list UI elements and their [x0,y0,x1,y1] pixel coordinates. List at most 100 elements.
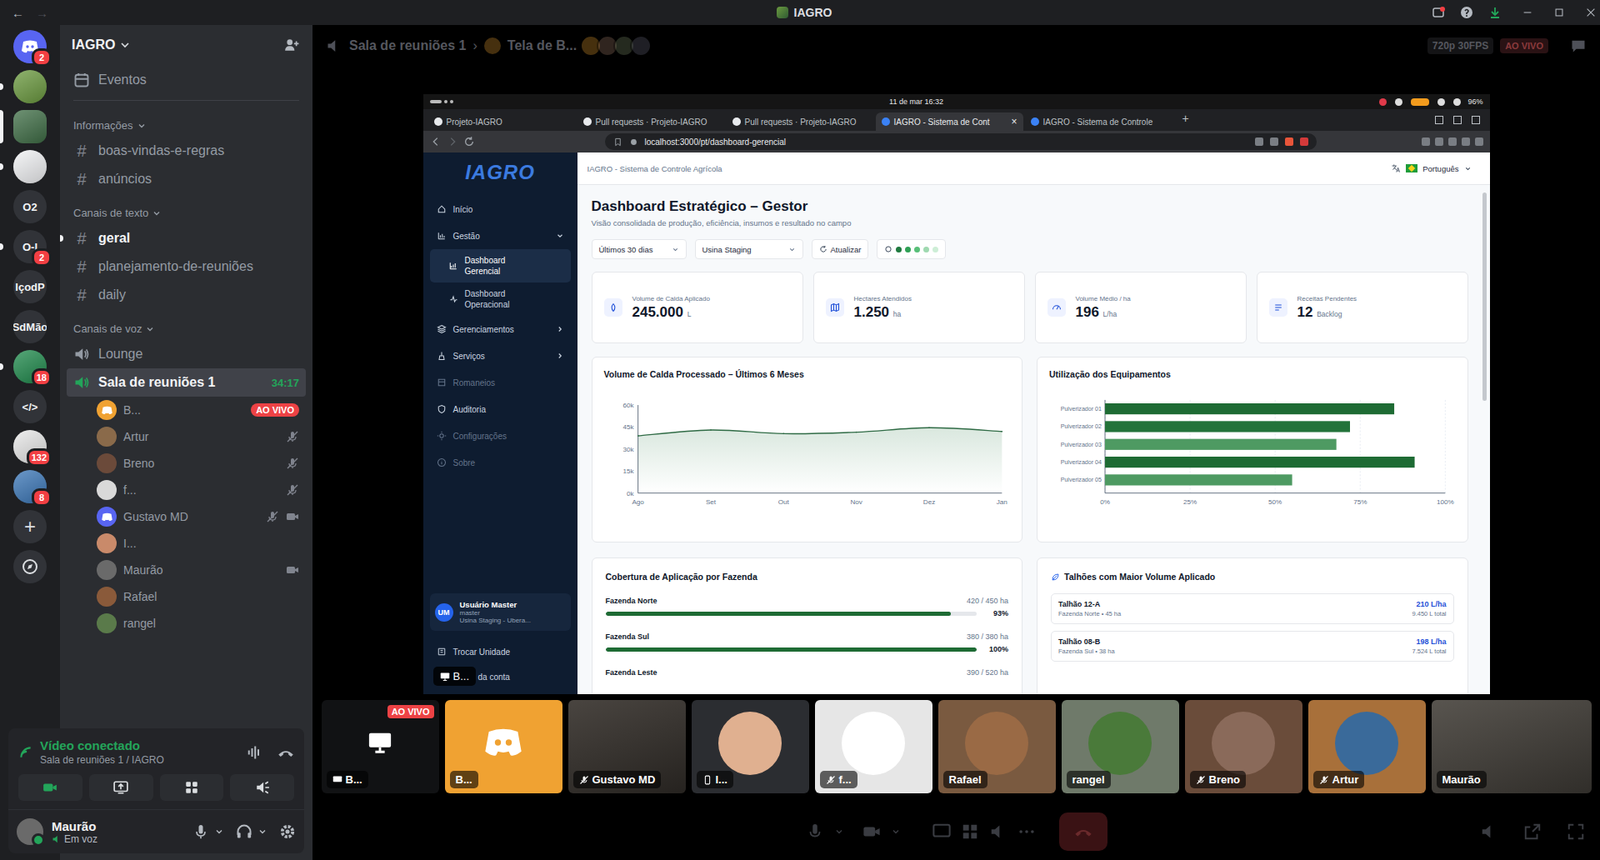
data-point[interactable] [928,427,930,430]
filter-select[interactable]: Últimos 30 dias [591,239,687,260]
new-tab-button[interactable]: + [1174,111,1198,129]
chevron-down-icon[interactable] [890,826,901,837]
bar[interactable] [1105,439,1337,450]
invite-icon[interactable] [284,37,300,53]
fullscreen-icon[interactable] [1566,822,1585,841]
reload-icon[interactable] [463,135,475,148]
guild-header[interactable]: IAGRO [66,25,306,65]
nav-item[interactable]: Serviços [430,342,571,370]
user-avatar[interactable] [16,818,44,845]
back-icon[interactable] [430,135,442,148]
server-item[interactable]: 132 [0,430,60,464]
browser-tab[interactable]: Pull requests · Projeto-IAGRO [726,112,875,131]
gear-icon[interactable] [279,823,296,840]
server-icon[interactable] [13,150,47,184]
server-item[interactable] [0,550,60,584]
participant-tile[interactable]: Artur [1308,700,1426,794]
voice-member[interactable]: Breno [66,450,306,477]
browser-tab[interactable]: IAGRO - Sistema de Controle [1025,112,1173,131]
bar[interactable] [1105,456,1415,468]
voice-member[interactable]: Artur [66,423,306,450]
server-item[interactable]: </> [0,390,60,424]
app-logo[interactable]: IAGRO [430,152,571,196]
forward-button[interactable]: → [35,5,49,20]
soundboard-icon[interactable] [989,822,1008,841]
data-point[interactable] [710,429,712,431]
noise-suppression-icon[interactable] [245,744,263,761]
bar[interactable] [1105,403,1395,415]
signal-icon[interactable] [18,745,34,760]
language-select[interactable]: Português [1390,163,1471,174]
maximize-icon[interactable] [1553,6,1565,19]
server-item[interactable]: + [0,510,60,544]
nav-item[interactable]: Início [430,195,571,223]
screen-share-icon[interactable] [932,822,951,841]
events-item[interactable]: Eventos [66,65,306,95]
voice-member[interactable]: f... [66,476,306,504]
scrollbar[interactable] [1482,192,1487,401]
server-icon[interactable] [13,110,47,144]
server-item[interactable]: 8 [0,470,60,504]
server-icon[interactable] [13,70,47,104]
text-channel[interactable]: #anúncios [66,165,306,194]
nav-item[interactable]: Gerenciamentos [430,315,571,343]
user-card[interactable]: UMUsuário MastermasterUsina Staging - Ub… [430,593,571,631]
popout-icon[interactable] [1523,822,1542,841]
nav-item[interactable]: Dashboard Operacional [430,282,571,316]
end-call-button[interactable] [1059,812,1108,851]
participant-tile[interactable]: I... [691,700,810,794]
server-item[interactable]: SdMão [0,310,60,344]
nav-item[interactable]: Auditoria [430,395,571,423]
category-header[interactable]: Canais de voz [66,319,306,340]
close-icon[interactable] [1585,6,1597,19]
filter-select[interactable]: Usina Staging [695,239,804,260]
participant-tile[interactable]: Breno [1185,700,1303,794]
voice-channel[interactable]: Sala de reuniões 134:17 [66,368,306,397]
footer-action[interactable]: Trocar Unidade [430,639,571,665]
voice-channel[interactable]: Lounge [66,340,306,369]
server-item[interactable]: 2 [0,30,60,64]
camera-icon[interactable] [862,822,881,841]
activities-button[interactable] [160,774,225,801]
site-info-icon[interactable] [629,137,639,147]
participant-tile[interactable]: B... [445,700,563,794]
voice-member[interactable]: Gustavo MD [66,503,306,530]
category-header[interactable]: Canais de texto [66,203,306,225]
bar[interactable] [1105,420,1350,432]
plot-row[interactable]: Talhão 12-AFazenda Norte • 45 ha210 L/ha… [1050,593,1455,625]
camera-button[interactable] [18,774,83,801]
text-channel[interactable]: #daily [66,280,306,310]
minimize-icon[interactable] [1521,6,1534,19]
bar[interactable] [1105,474,1293,485]
data-point[interactable] [782,433,785,435]
more-icon[interactable] [1017,822,1036,841]
server-icon[interactable]: </> [13,390,47,424]
server-item[interactable]: 18 [0,350,60,384]
nav-item[interactable]: Configurações [430,422,571,450]
server-item[interactable]: O2 [0,190,60,224]
chevron-down-icon[interactable] [834,826,845,837]
participant-tile[interactable]: Rafael [938,700,1056,794]
browser-tab[interactable]: IAGRO - Sistema de Cont× [875,112,1024,131]
forward-icon[interactable] [446,135,459,148]
url-field[interactable]: localhost:3000/pt/dashboard-gerencial [605,133,1317,150]
server-item[interactable]: O-I2 [0,230,60,264]
voice-member[interactable]: I... [66,530,306,557]
plot-row[interactable]: Talhão 08-BFazenda Sul • 38 ha198 L/ha7.… [1050,630,1455,662]
participant-tile[interactable]: Maurão [1431,700,1592,794]
text-channel[interactable]: #boas-vindas-e-regras [66,136,306,165]
nav-item[interactable]: Romaneios [430,369,571,396]
category-header[interactable]: Informações [66,115,306,137]
text-channel[interactable]: #geral [66,224,306,253]
download-icon[interactable] [1488,5,1502,20]
data-point[interactable] [636,435,639,437]
server-item[interactable] [0,70,60,104]
refresh-button[interactable]: Atualizar [811,239,870,260]
bookmark-icon[interactable] [613,137,623,147]
nav-item[interactable]: Dashboard Gerencial [430,249,571,283]
microphone-icon[interactable] [805,822,825,841]
inbox-icon[interactable] [1431,5,1445,20]
participant-tile[interactable]: AO VIVOB... [321,700,440,794]
server-icon[interactable] [13,550,47,584]
server-icon[interactable]: + [13,510,47,544]
